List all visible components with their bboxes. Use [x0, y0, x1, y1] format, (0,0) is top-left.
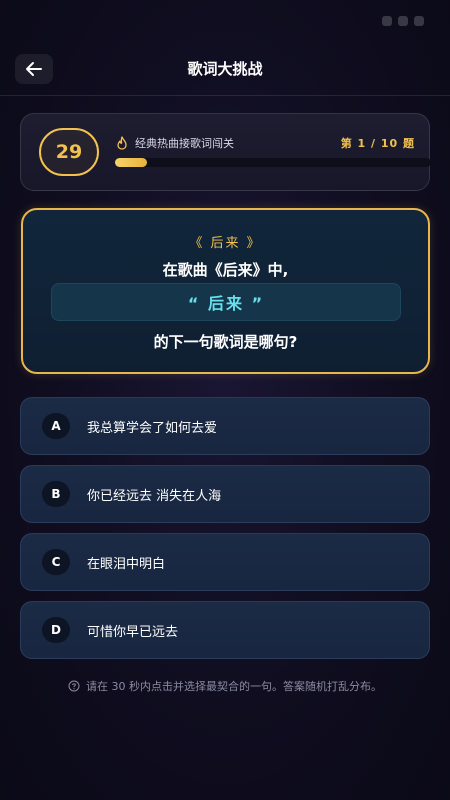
battery-icon [414, 16, 424, 26]
song-title-tag: 《 后来 》 [189, 236, 262, 251]
app-header: 歌词大挑战 [0, 44, 450, 96]
signal-icon [382, 16, 392, 26]
option-b[interactable]: B 你已经远去 消失在人海 [20, 465, 430, 523]
progress-bar-fill [115, 158, 147, 167]
question-card: 《 后来 》 在歌曲《后来》中, “ 后来 ” 的下一句歌词是哪句? [21, 208, 430, 374]
page-title: 歌词大挑战 [187, 60, 263, 78]
option-letter-badge: A [42, 413, 70, 439]
option-c[interactable]: C 在眼泪中明白 [20, 533, 430, 591]
option-letter-badge: C [42, 549, 70, 575]
option-text: 我总算学会了如何去爱 [87, 421, 218, 436]
option-text: 可惜你早已远去 [87, 625, 179, 640]
question-counter: 第 1 / 10 题 [340, 137, 415, 150]
lyric-text: “ 后来 ” [187, 294, 265, 313]
question-prompt-line1: 在歌曲《后来》中, [162, 261, 289, 279]
status-icons [382, 16, 424, 26]
progress-bar [115, 158, 431, 167]
option-d[interactable]: D 可惜你早已远去 [20, 601, 430, 659]
countdown-timer: 29 [39, 128, 99, 176]
lyric-highlight-box: “ 后来 ” [51, 283, 401, 321]
hint-text-row: 请在 30 秒内点击并选择最契合的一句。答案随机打乱分布。 [0, 678, 450, 694]
wifi-icon [398, 16, 408, 26]
progress-card: 29 经典热曲接歌词闯关 第 1 / 10 题 [20, 113, 431, 191]
option-letter-badge: D [42, 617, 70, 643]
option-letter-badge: B [42, 481, 70, 507]
level-row: 经典热曲接歌词闯关 第 1 / 10 题 [115, 134, 415, 154]
level-title: 经典热曲接歌词闯关 [135, 137, 234, 150]
help-circle-icon [68, 680, 80, 692]
question-prompt-line2: 的下一句歌词是哪句? [153, 333, 298, 351]
option-text: 你已经远去 消失在人海 [87, 489, 222, 504]
fire-icon [117, 136, 127, 150]
option-text: 在眼泪中明白 [87, 557, 166, 572]
hint-text: 请在 30 秒内点击并选择最契合的一句。答案随机打乱分布。 [86, 680, 382, 693]
status-bar [0, 0, 450, 44]
option-a[interactable]: A 我总算学会了如何去爱 [20, 397, 430, 455]
